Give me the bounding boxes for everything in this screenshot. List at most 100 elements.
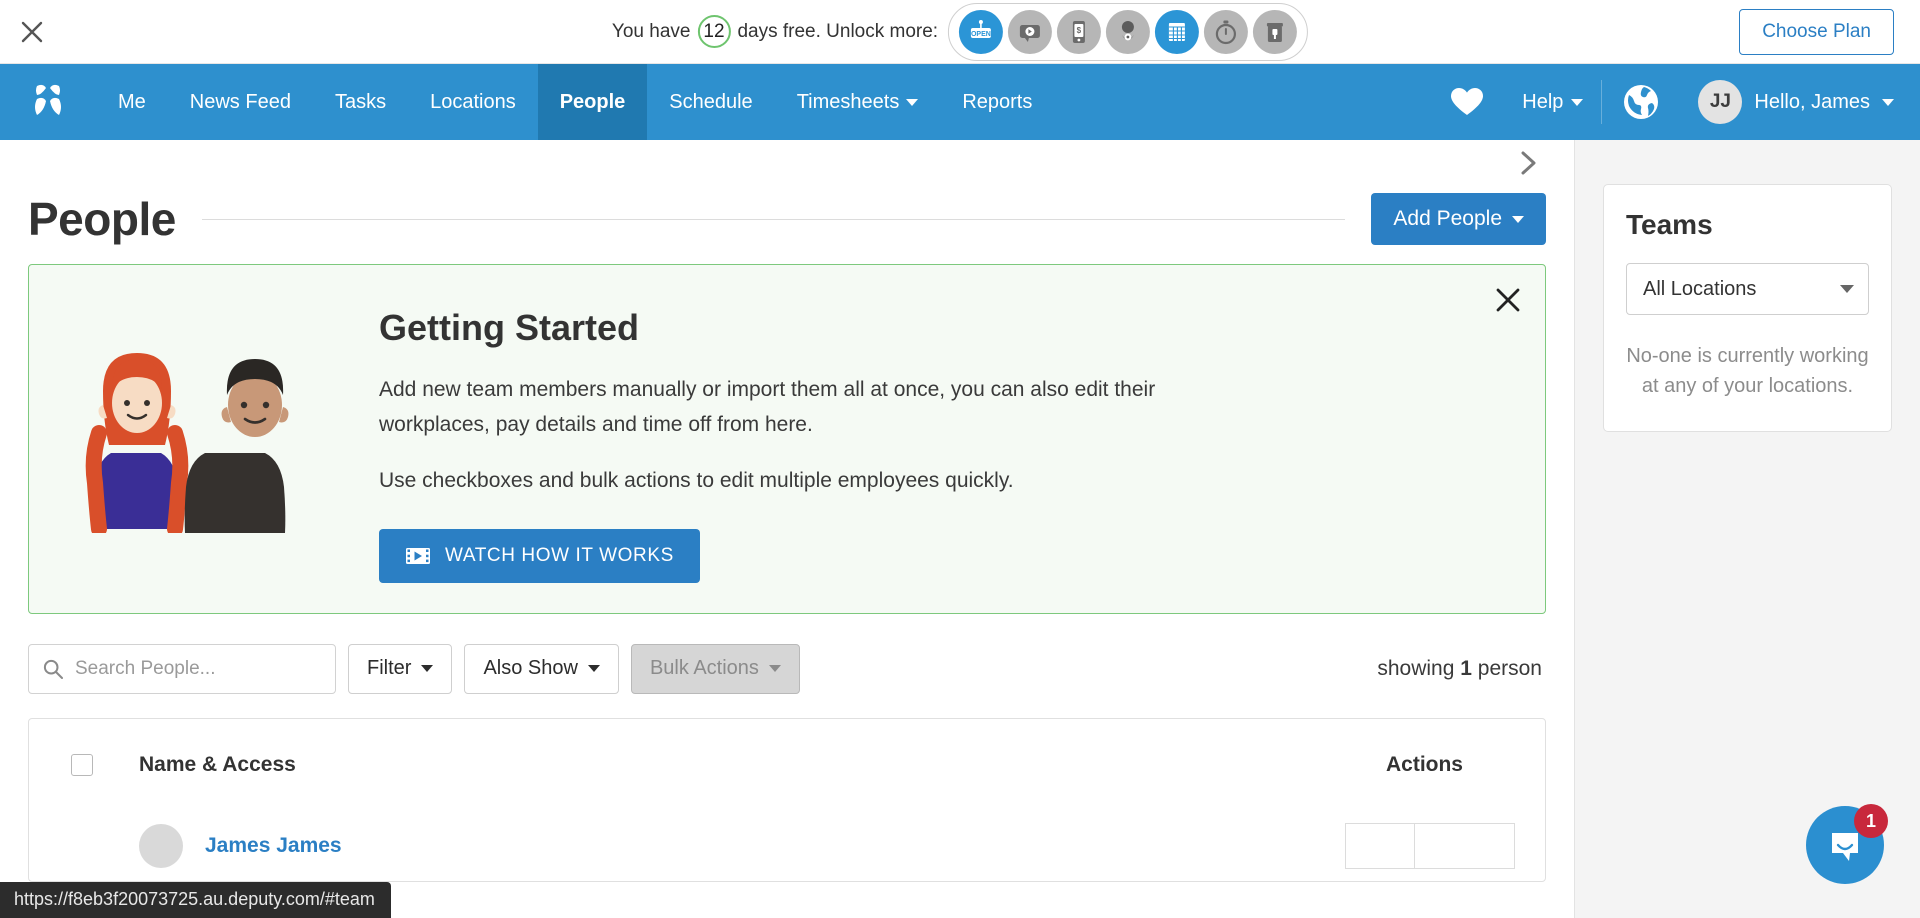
nav-item-label: Locations (430, 90, 516, 113)
nav-right-group: Help JJ Hello, James (1430, 64, 1920, 140)
right-sidebar: Teams All Locations No-one is currently … (1574, 140, 1920, 918)
chevron-down-icon (768, 665, 781, 673)
showing-count: 1 (1460, 656, 1472, 680)
language-button[interactable] (1602, 64, 1680, 140)
nav-item-news-feed[interactable]: News Feed (168, 64, 313, 140)
select-all-checkbox[interactable] (71, 753, 93, 776)
kiosk-icon[interactable] (1253, 9, 1298, 54)
chevron-right-icon[interactable] (1518, 150, 1540, 176)
bulk-actions-button[interactable]: Bulk Actions (630, 643, 800, 694)
nav-item-label: News Feed (189, 90, 291, 113)
trial-text-before: You have (611, 20, 691, 42)
column-header-actions: Actions (1385, 752, 1463, 776)
mobile-payments-icon[interactable]: $ (1057, 9, 1102, 54)
location-pin-person-icon[interactable] (1106, 9, 1151, 54)
nav-item-label: People (559, 90, 626, 113)
main-content: People Add People Getting Started Add ne… (0, 140, 1574, 918)
choose-plan-button[interactable]: Choose Plan (1739, 8, 1894, 55)
trial-text: You have 12 days free. Unlock more: (612, 15, 938, 48)
status-bar-url: https://f8eb3f20073725.au.deputy.com/#te… (0, 882, 391, 918)
trial-text-after: days free. Unlock more: (737, 20, 939, 42)
close-icon (21, 21, 43, 42)
nav-item-label: Reports (962, 90, 1033, 113)
column-header-name-access: Name & Access (139, 752, 296, 776)
nav-item-label: Tasks (334, 90, 387, 113)
row-action-primary-button[interactable] (1345, 822, 1415, 869)
help-label: Help (1522, 90, 1564, 113)
people-table: Name & Access Actions James James (28, 717, 1546, 882)
table-header-row: Name & Access Actions (29, 719, 1545, 811)
stopwatch-icon[interactable] (1204, 9, 1249, 54)
getting-started-paragraph-1: Add new team members manually or import … (379, 378, 1156, 436)
globe-icon (1624, 85, 1659, 119)
also-show-button[interactable]: Also Show (464, 643, 619, 694)
chat-launcher-button[interactable]: 1 (1806, 804, 1888, 884)
nav-item-label: Me (118, 90, 146, 113)
getting-started-illustration (81, 293, 339, 538)
favorites-button[interactable] (1430, 64, 1504, 140)
main-navigation: Me News Feed Tasks Locations People Sche… (0, 64, 1920, 140)
nav-item-tasks[interactable]: Tasks (313, 64, 408, 140)
heart-icon (1451, 88, 1484, 115)
chevron-down-icon (1840, 285, 1854, 293)
avatar (139, 823, 183, 868)
nav-item-reports[interactable]: Reports (940, 64, 1054, 140)
title-divider (201, 218, 1346, 220)
also-show-label: Also Show (483, 657, 578, 680)
chevron-down-icon (587, 665, 600, 673)
trial-days-count: 12 (697, 15, 731, 48)
add-people-button[interactable]: Add People (1371, 193, 1546, 245)
getting-started-text: Getting Started Add new team members man… (339, 293, 1179, 583)
table-row[interactable]: James James (29, 811, 1545, 881)
watch-label: WATCH HOW IT WORKS (445, 544, 674, 566)
help-menu[interactable]: Help (1504, 64, 1601, 140)
teams-card: Teams All Locations No-one is currently … (1603, 184, 1892, 432)
row-action-secondary-button[interactable] (1415, 822, 1515, 869)
close-trial-banner-button[interactable] (18, 18, 46, 46)
nav-item-people[interactable]: People (537, 64, 648, 140)
feature-icon-pill: OPEN $ (948, 2, 1309, 61)
nav-item-locations[interactable]: Locations (408, 64, 538, 140)
chevron-down-icon (421, 665, 434, 673)
person-name-link[interactable]: James James (205, 834, 342, 858)
user-menu[interactable]: JJ Hello, James (1680, 64, 1920, 140)
deputy-logo-icon (35, 84, 61, 115)
location-select-value: All Locations (1643, 277, 1757, 300)
trial-banner: You have 12 days free. Unlock more: OPEN… (0, 0, 1920, 64)
add-people-label: Add People (1393, 207, 1502, 230)
filter-label: Filter (367, 657, 412, 680)
getting-started-heading: Getting Started (379, 307, 640, 348)
deputy-logo[interactable] (0, 64, 96, 140)
watch-how-it-works-button[interactable]: WATCH HOW IT WORKS (379, 528, 700, 583)
video-message-icon[interactable] (1008, 9, 1053, 54)
nav-item-timesheets[interactable]: Timesheets (775, 64, 941, 140)
teams-empty-message: No-one is currently working at any of yo… (1626, 345, 1869, 397)
people-toolbar: Filter Also Show Bulk Actions showing 1 … (28, 643, 1546, 694)
nav-item-label: Timesheets (796, 90, 900, 113)
user-greeting: Hello, James (1754, 90, 1870, 113)
getting-started-paragraph-2: Use checkboxes and bulk actions to edit … (379, 469, 1014, 493)
getting-started-panel: Getting Started Add new team members man… (28, 264, 1546, 614)
trial-message: You have 12 days free. Unlock more: OPEN… (612, 2, 1309, 61)
close-getting-started-button[interactable] (1493, 285, 1523, 315)
location-select[interactable]: All Locations (1626, 263, 1869, 315)
chevron-down-icon (1512, 215, 1524, 223)
search-input[interactable] (28, 643, 336, 694)
chevron-down-icon (906, 98, 919, 106)
nav-item-list: Me News Feed Tasks Locations People Sche… (96, 64, 1054, 140)
two-people-illustration (85, 353, 289, 537)
video-icon (406, 547, 430, 564)
nav-item-schedule[interactable]: Schedule (647, 64, 774, 140)
showing-count-text: showing 1 person (1377, 657, 1546, 681)
nav-item-me[interactable]: Me (96, 64, 168, 140)
nav-item-label: Schedule (669, 90, 753, 113)
calendar-icon[interactable] (1155, 9, 1200, 54)
avatar: JJ (1698, 80, 1743, 124)
showing-suffix: person (1477, 656, 1542, 680)
search-people-wrapper (28, 643, 336, 694)
filter-button[interactable]: Filter (348, 643, 453, 694)
open-sign-icon[interactable]: OPEN (959, 9, 1004, 54)
row-action-buttons (1345, 822, 1515, 869)
close-icon (1496, 288, 1520, 312)
chevron-down-icon (1571, 98, 1584, 106)
